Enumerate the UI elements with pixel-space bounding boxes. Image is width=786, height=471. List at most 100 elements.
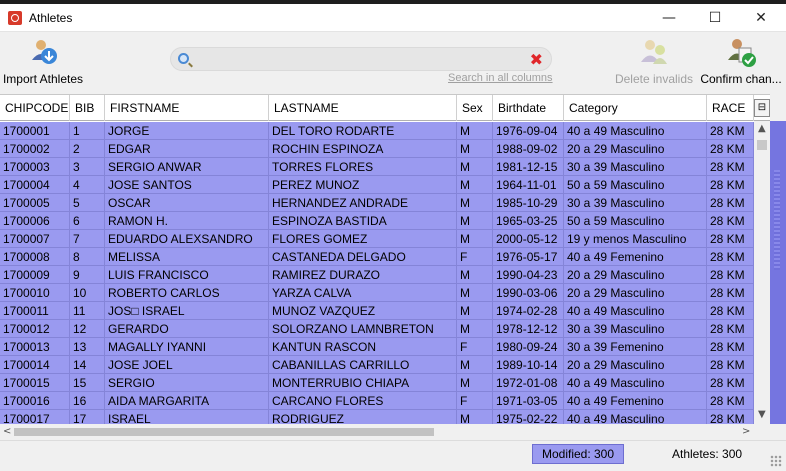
cell-bib[interactable]: 17 [70, 410, 105, 424]
cell-chipcode[interactable]: 1700001 [0, 122, 70, 140]
cell-firstname[interactable]: MAGALLY IYANNI [105, 338, 269, 356]
table-row[interactable]: 1700007 7 EDUARDO ALEXSANDRO FLORES GOMEZ M 2… [0, 230, 754, 248]
cell-category[interactable]: 30 a 39 Masculino [564, 158, 707, 176]
confirm-changes-button[interactable]: Confirm chan... [698, 36, 784, 86]
cell-firstname[interactable]: SERGIO ANWAR [105, 158, 269, 176]
cell-birthdate[interactable]: 1975-02-22 [493, 410, 564, 424]
cell-chipcode[interactable]: 1700016 [0, 392, 70, 410]
cell-chipcode[interactable]: 1700015 [0, 374, 70, 392]
scroll-down-arrow[interactable]: ▼ [758, 409, 766, 420]
cell-lastname[interactable]: MONTERRUBIO CHIAPA [269, 374, 457, 392]
cell-sex[interactable]: M [457, 320, 493, 338]
cell-chipcode[interactable]: 1700005 [0, 194, 70, 212]
column-header-chipcode[interactable]: CHIPCODE [0, 95, 70, 121]
cell-category[interactable]: 20 a 29 Masculino [564, 284, 707, 302]
search-all-columns-link[interactable]: Search in all columns [448, 72, 553, 84]
cell-category[interactable]: 20 a 29 Masculino [564, 356, 707, 374]
cell-category[interactable]: 40 a 49 Femenino [564, 392, 707, 410]
cell-firstname[interactable]: LUIS FRANCISCO [105, 266, 269, 284]
horizontal-scroll-thumb[interactable] [14, 428, 434, 436]
cell-category[interactable]: 40 a 49 Masculino [564, 302, 707, 320]
cell-category[interactable]: 30 a 39 Masculino [564, 194, 707, 212]
maximize-button[interactable]: ☐ [692, 4, 738, 32]
cell-category[interactable]: 40 a 49 Femenino [564, 248, 707, 266]
cell-race[interactable]: 28 KM [707, 230, 754, 248]
cell-category[interactable]: 30 a 39 Femenino [564, 338, 707, 356]
cell-bib[interactable]: 13 [70, 338, 105, 356]
cell-race[interactable]: 28 KM [707, 248, 754, 266]
cell-race[interactable]: 28 KM [707, 212, 754, 230]
cell-firstname[interactable]: AIDA MARGARITA [105, 392, 269, 410]
cell-sex[interactable]: M [457, 158, 493, 176]
cell-bib[interactable]: 7 [70, 230, 105, 248]
scroll-up-arrow[interactable]: ▲ [758, 123, 766, 134]
cell-lastname[interactable]: FLORES GOMEZ [269, 230, 457, 248]
cell-firstname[interactable]: ISRAEL [105, 410, 269, 424]
cell-lastname[interactable]: HERNANDEZ ANDRADE [269, 194, 457, 212]
cell-category[interactable]: 50 a 59 Masculino [564, 176, 707, 194]
cell-chipcode[interactable]: 1700010 [0, 284, 70, 302]
cell-chipcode[interactable]: 1700013 [0, 338, 70, 356]
cell-race[interactable]: 28 KM [707, 410, 754, 424]
cell-category[interactable]: 20 a 29 Masculino [564, 266, 707, 284]
cell-lastname[interactable]: KANTUN RASCON [269, 338, 457, 356]
cell-lastname[interactable]: RAMIREZ DURAZO [269, 266, 457, 284]
delete-invalids-button[interactable]: Delete invalids [612, 36, 696, 86]
column-header-bib[interactable]: BIB [70, 95, 105, 121]
cell-race[interactable]: 28 KM [707, 122, 754, 140]
column-header-category[interactable]: Category [564, 95, 707, 121]
cell-chipcode[interactable]: 1700014 [0, 356, 70, 374]
cell-lastname[interactable]: CABANILLAS CARRILLO [269, 356, 457, 374]
cell-lastname[interactable]: ESPINOZA BASTIDA [269, 212, 457, 230]
cell-sex[interactable]: M [457, 176, 493, 194]
cell-firstname[interactable]: OSCAR [105, 194, 269, 212]
table-row[interactable]: 1700009 9 LUIS FRANCISCO RAMIREZ DURAZO M 199… [0, 266, 754, 284]
cell-race[interactable]: 28 KM [707, 176, 754, 194]
cell-bib[interactable]: 8 [70, 248, 105, 266]
table-row[interactable]: 1700008 8 MELISSA CASTANEDA DELGADO F 1976-05… [0, 248, 754, 266]
table-row[interactable]: 1700011 11 JOS□ ISRAEL MUNOZ VAZQUEZ M 1974-0… [0, 302, 754, 320]
cell-race[interactable]: 28 KM [707, 266, 754, 284]
table-row[interactable]: 1700002 2 EDGAR ROCHIN ESPINOZA M 1988-09-02 2… [0, 140, 754, 158]
cell-firstname[interactable]: JOSE JOEL [105, 356, 269, 374]
cell-firstname[interactable]: MELISSA [105, 248, 269, 266]
cell-race[interactable]: 28 KM [707, 284, 754, 302]
cell-sex[interactable]: F [457, 392, 493, 410]
cell-category[interactable]: 40 a 49 Masculino [564, 410, 707, 424]
column-header-firstname[interactable]: FIRSTNAME [105, 95, 269, 121]
cell-sex[interactable]: M [457, 266, 493, 284]
cell-lastname[interactable]: SOLORZANO LAMNBRETON [269, 320, 457, 338]
import-athletes-button[interactable]: Import Athletes [0, 36, 86, 86]
cell-bib[interactable]: 4 [70, 176, 105, 194]
column-header-lastname[interactable]: LASTNAME [269, 95, 457, 121]
cell-sex[interactable]: M [457, 284, 493, 302]
cell-bib[interactable]: 11 [70, 302, 105, 320]
cell-chipcode[interactable]: 1700007 [0, 230, 70, 248]
vertical-scroll-thumb[interactable] [757, 140, 767, 150]
cell-birthdate[interactable]: 1965-03-25 [493, 212, 564, 230]
cell-firstname[interactable]: RAMON H. [105, 212, 269, 230]
cell-chipcode[interactable]: 1700008 [0, 248, 70, 266]
cell-lastname[interactable]: RODRIGUEZ [269, 410, 457, 424]
cell-bib[interactable]: 12 [70, 320, 105, 338]
cell-sex[interactable]: M [457, 374, 493, 392]
cell-race[interactable]: 28 KM [707, 194, 754, 212]
minimize-button[interactable]: — [646, 4, 692, 32]
scroll-right-arrow[interactable]: > [742, 426, 750, 437]
table-row[interactable]: 1700017 17 ISRAEL RODRIGUEZ M 1975-02-22 40 a … [0, 410, 754, 424]
cell-category[interactable]: 20 a 29 Masculino [564, 140, 707, 158]
cell-lastname[interactable]: ROCHIN ESPINOZA [269, 140, 457, 158]
cell-bib[interactable]: 14 [70, 356, 105, 374]
cell-sex[interactable]: M [457, 140, 493, 158]
cell-birthdate[interactable]: 1980-09-24 [493, 338, 564, 356]
cell-birthdate[interactable]: 1974-02-28 [493, 302, 564, 320]
cell-bib[interactable]: 6 [70, 212, 105, 230]
cell-birthdate[interactable]: 1972-01-08 [493, 374, 564, 392]
cell-chipcode[interactable]: 1700017 [0, 410, 70, 424]
cell-firstname[interactable]: EDGAR [105, 140, 269, 158]
column-header-sex[interactable]: Sex [457, 95, 493, 121]
cell-chipcode[interactable]: 1700006 [0, 212, 70, 230]
cell-lastname[interactable]: CASTANEDA DELGADO [269, 248, 457, 266]
cell-bib[interactable]: 9 [70, 266, 105, 284]
table-row[interactable]: 1700015 15 SERGIO MONTERRUBIO CHIAPA M 1972-0… [0, 374, 754, 392]
